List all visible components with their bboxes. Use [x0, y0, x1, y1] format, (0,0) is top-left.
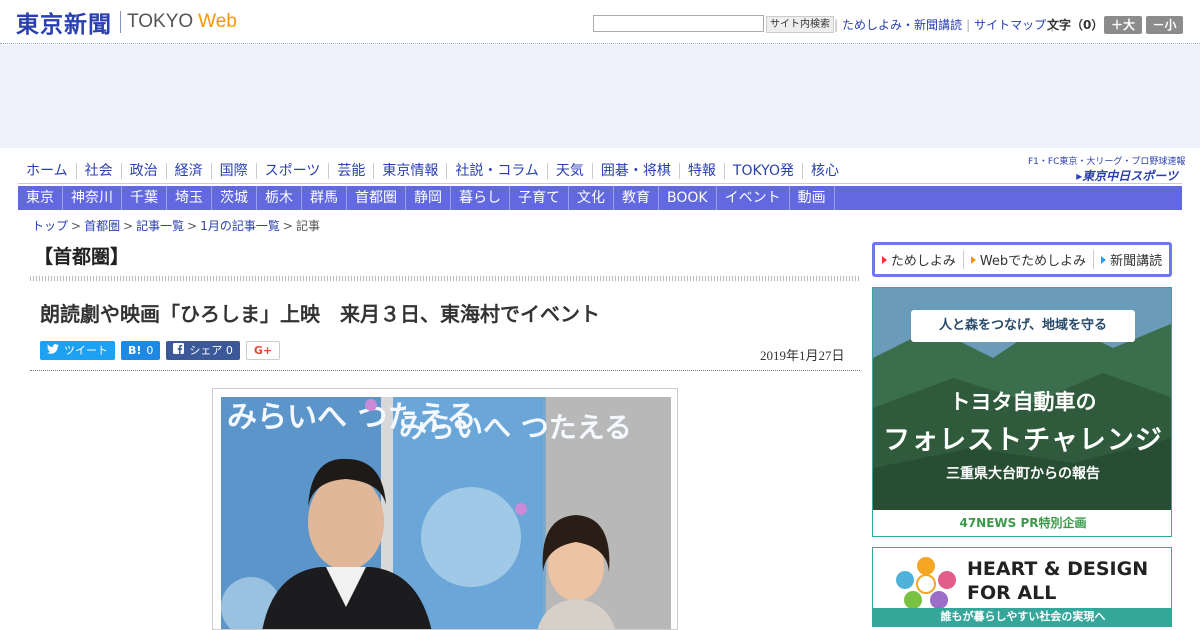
- section-heading: 【首都圏】: [34, 246, 130, 268]
- main-nav: ホーム 社会 政治 経済 国際 スポーツ 芸能 東京情報 社説・コラム 天気 囲…: [18, 160, 847, 182]
- region-item[interactable]: 栃木: [257, 186, 302, 210]
- breadcrumb-month[interactable]: 1月の記事一覧: [200, 219, 280, 233]
- nav-item-tokuho[interactable]: 特報: [680, 163, 725, 179]
- nav-item-entertainment[interactable]: 芸能: [329, 163, 375, 179]
- nav-item-kakushin[interactable]: 核心: [803, 163, 847, 179]
- nav-item-politics[interactable]: 政治: [122, 163, 167, 179]
- sports-link-logo: ▸東京中日スポーツ: [1076, 169, 1178, 183]
- tab-web-trial-label: Webでためしよみ: [979, 254, 1087, 269]
- ad1-line1: トヨタ自動車の: [949, 390, 1097, 414]
- ad1-line3: 三重県大台町からの報告: [946, 466, 1100, 482]
- breadcrumb-list[interactable]: 記事一覧: [136, 219, 184, 233]
- font-size-label: 文字（0）: [1047, 18, 1104, 32]
- ad2-line1: HEART & DESIGN: [967, 558, 1149, 580]
- logo-japanese: 東京新聞: [16, 11, 112, 38]
- nav-divider: [18, 183, 1182, 184]
- poster-text-right: みらいへ つたえる: [399, 411, 632, 444]
- google-plus-button[interactable]: G+: [245, 341, 281, 360]
- ad1-line2: フォレストチャレンジ: [883, 425, 1163, 456]
- tab-subscribe-label: 新聞講読: [1110, 254, 1163, 269]
- chunichi-sports-link[interactable]: F1・FC東京・大リーグ・プロ野球速報 ▸東京中日スポーツ: [1028, 154, 1186, 184]
- region-item[interactable]: BOOK: [659, 186, 717, 210]
- forest-challenge-ad[interactable]: 人と森をつなげ、地域を守る トヨタ自動車の フォレストチャレンジ 三重県大台町か…: [872, 287, 1172, 537]
- facebook-share-label: シェア: [189, 344, 223, 357]
- region-item[interactable]: 静岡: [406, 186, 451, 210]
- region-item[interactable]: 動画: [790, 186, 835, 210]
- nav-item-editorial[interactable]: 社説・コラム: [447, 163, 548, 179]
- nav-item-economy[interactable]: 経済: [167, 163, 212, 179]
- tweet-button[interactable]: ツイート: [40, 341, 115, 360]
- top-ad-banner[interactable]: [0, 45, 1200, 148]
- article-photo[interactable]: みらいへ つたえる みらいへ つたえる: [221, 397, 671, 629]
- nav-item-international[interactable]: 国際: [212, 163, 257, 179]
- share-buttons: ツイート B! 0 シェア 0 G+: [40, 341, 286, 360]
- tab-subscribe[interactable]: 新聞講読: [1094, 250, 1169, 269]
- arrow-right-icon: [1101, 255, 1107, 264]
- arrow-right-icon: [881, 255, 887, 264]
- tab-web-trial[interactable]: Webでためしよみ: [964, 250, 1095, 269]
- article-title: 朗読劇や映画「ひろしま」上映 来月３日、東海村でイベント: [40, 302, 600, 326]
- article-photo-frame: みらいへ つたえる みらいへ つたえる: [212, 388, 678, 630]
- tab-trial[interactable]: ためしよみ: [875, 250, 964, 269]
- breadcrumb-current: 記事: [295, 219, 320, 233]
- sports-link-caption: F1・FC東京・大リーグ・プロ野球速報: [1028, 157, 1186, 167]
- header-links: | ためしよみ・新聞講読 | サイトマップ |: [834, 16, 1055, 33]
- region-item[interactable]: 東京: [18, 186, 63, 210]
- region-item[interactable]: 埼玉: [167, 186, 212, 210]
- logo-divider: [120, 11, 121, 33]
- region-item[interactable]: イベント: [717, 186, 790, 210]
- tab-trial-label: ためしよみ: [890, 254, 956, 269]
- ad1-ribbon: 人と森をつなげ、地域を守る: [911, 310, 1135, 342]
- site-logo[interactable]: 東京新聞 TOKYO Web: [16, 8, 237, 38]
- facebook-share-count: 0: [225, 344, 233, 357]
- nav-item-go-shogi[interactable]: 囲碁・将棋: [593, 163, 680, 179]
- subscribe-link[interactable]: ためしよみ・新聞講読: [838, 16, 966, 33]
- twitter-icon: [47, 341, 59, 360]
- article-divider: [30, 370, 860, 371]
- font-large-button[interactable]: ＋大: [1104, 16, 1142, 34]
- region-item[interactable]: 茨城: [212, 186, 257, 210]
- hatena-count: 0: [146, 344, 154, 357]
- region-item[interactable]: 千葉: [122, 186, 167, 210]
- facebook-icon: [173, 341, 185, 360]
- site-search-input[interactable]: [593, 15, 764, 32]
- article-date: 2019年1月27日: [760, 348, 845, 363]
- sitemap-link[interactable]: サイトマップ: [970, 16, 1050, 33]
- region-item[interactable]: 群馬: [302, 186, 347, 210]
- site-search-button[interactable]: サイト内検索: [766, 16, 834, 33]
- ad2-footer: 誰もが暮らしやすい社会の実現へ: [873, 608, 1171, 626]
- nav-item-weather[interactable]: 天気: [548, 163, 593, 179]
- site-header: 東京新聞 TOKYO Web サイト内検索 | ためしよみ・新聞講読 | サイト…: [0, 0, 1200, 44]
- logo-web: Web: [198, 11, 237, 32]
- hatena-bookmark-button[interactable]: B! 0: [121, 341, 161, 360]
- region-item[interactable]: 暮らし: [451, 186, 510, 210]
- facebook-share-button[interactable]: シェア 0: [166, 341, 240, 360]
- font-small-button[interactable]: －小: [1146, 16, 1183, 34]
- region-item[interactable]: 子育て: [510, 186, 569, 210]
- nav-item-sports[interactable]: スポーツ: [257, 163, 330, 179]
- region-item[interactable]: 首都圏: [347, 186, 406, 210]
- section-divider: [30, 276, 860, 281]
- heart-design-logo-icon: [896, 557, 956, 609]
- ad2-line2: FOR ALL: [967, 582, 1057, 604]
- arrow-right-icon: [970, 255, 976, 264]
- nav-item-society[interactable]: 社会: [77, 163, 122, 179]
- hatena-icon: B!: [128, 344, 142, 357]
- logo-english: TOKYO: [127, 11, 194, 32]
- breadcrumb-top[interactable]: トップ: [32, 219, 68, 233]
- breadcrumb: トップ > 首都圏 > 記事一覧 >1月の記事一覧 > 記事: [32, 219, 320, 233]
- nav-item-tokyo-info[interactable]: 東京情報: [374, 163, 448, 179]
- tweet-label: ツイート: [64, 344, 108, 357]
- region-item[interactable]: 教育: [614, 186, 659, 210]
- ad1-footer: 47NEWS PR特別企画: [873, 510, 1171, 536]
- subscription-tabs: ためしよみ Webでためしよみ 新聞講読: [872, 242, 1172, 277]
- breadcrumb-section[interactable]: 首都圏: [84, 219, 120, 233]
- region-item[interactable]: 神奈川: [63, 186, 122, 210]
- region-item[interactable]: 文化: [569, 186, 614, 210]
- nav-item-home[interactable]: ホーム: [18, 163, 77, 179]
- heart-design-ad[interactable]: HEART & DESIGN FOR ALL 誰もが暮らしやすい社会の実現へ: [872, 547, 1172, 627]
- nav-item-tokyo-hatsu[interactable]: TOKYO発: [725, 163, 803, 179]
- region-nav: 東京 神奈川 千葉 埼玉 茨城 栃木 群馬 首都圏 静岡 暮らし 子育て 文化 …: [18, 186, 1182, 210]
